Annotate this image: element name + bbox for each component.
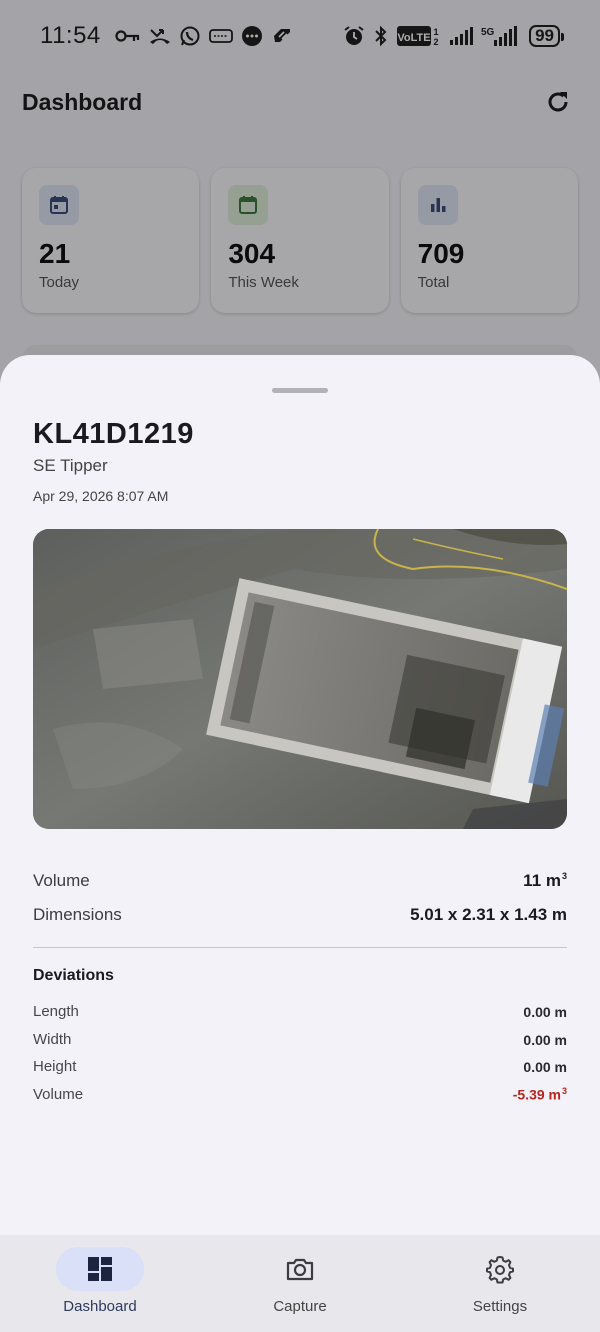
nav-label: Dashboard bbox=[63, 1298, 137, 1315]
nav-pill[interactable] bbox=[56, 1247, 144, 1291]
deviation-value: -5.39 m3 bbox=[512, 1086, 567, 1103]
volume-row: Volume 11 m3 bbox=[33, 871, 567, 891]
deviation-label: Length bbox=[33, 1003, 79, 1020]
deviation-row-width: Width 0.00 m bbox=[33, 1031, 567, 1048]
deviation-row-height: Height 0.00 m bbox=[33, 1058, 567, 1075]
deviation-label: Width bbox=[33, 1031, 72, 1048]
deviation-row-length: Length 0.00 m bbox=[33, 1003, 567, 1020]
deviation-label: Volume bbox=[33, 1086, 84, 1103]
bottom-navigation: Dashboard Capture Settings bbox=[0, 1235, 600, 1332]
nav-item-dashboard[interactable]: Dashboard bbox=[0, 1235, 200, 1332]
deviation-label: Height bbox=[33, 1058, 77, 1075]
divider bbox=[33, 947, 567, 948]
deviation-value: 0.00 m bbox=[523, 1003, 567, 1020]
dashboard-icon bbox=[88, 1257, 112, 1281]
camera-icon bbox=[286, 1258, 314, 1281]
vehicle-type: SE Tipper bbox=[33, 456, 108, 475]
drag-handle[interactable] bbox=[272, 388, 328, 393]
nav-pill[interactable] bbox=[256, 1247, 344, 1291]
nav-item-capture[interactable]: Capture bbox=[200, 1235, 400, 1332]
volume-value: 11 m3 bbox=[523, 871, 567, 890]
capture-photo bbox=[33, 529, 567, 829]
detail-bottom-sheet: KL41D1219 SE Tipper Apr 29, 2026 8:07 AM bbox=[0, 355, 600, 1235]
dimensions-label: Dimensions bbox=[33, 905, 122, 924]
vehicle-id: KL41D1219 bbox=[33, 418, 194, 450]
deviation-value: 0.00 m bbox=[523, 1058, 567, 1075]
deviation-value: 0.00 m bbox=[523, 1031, 567, 1048]
gear-icon bbox=[486, 1256, 514, 1284]
nav-label: Settings bbox=[472, 1298, 528, 1315]
volume-label: Volume bbox=[33, 871, 90, 890]
dimensions-row: Dimensions 5.01 x 2.31 x 1.43 m bbox=[33, 905, 567, 925]
nav-item-settings[interactable]: Settings bbox=[400, 1235, 600, 1332]
capture-timestamp: Apr 29, 2026 8:07 AM bbox=[33, 488, 169, 504]
deviations-title: Deviations bbox=[33, 967, 114, 984]
dimensions-value: 5.01 x 2.31 x 1.43 m bbox=[410, 905, 567, 924]
nav-label: Capture bbox=[273, 1298, 327, 1315]
nav-pill[interactable] bbox=[456, 1247, 544, 1291]
deviation-row-volume: Volume -5.39 m3 bbox=[33, 1086, 567, 1103]
